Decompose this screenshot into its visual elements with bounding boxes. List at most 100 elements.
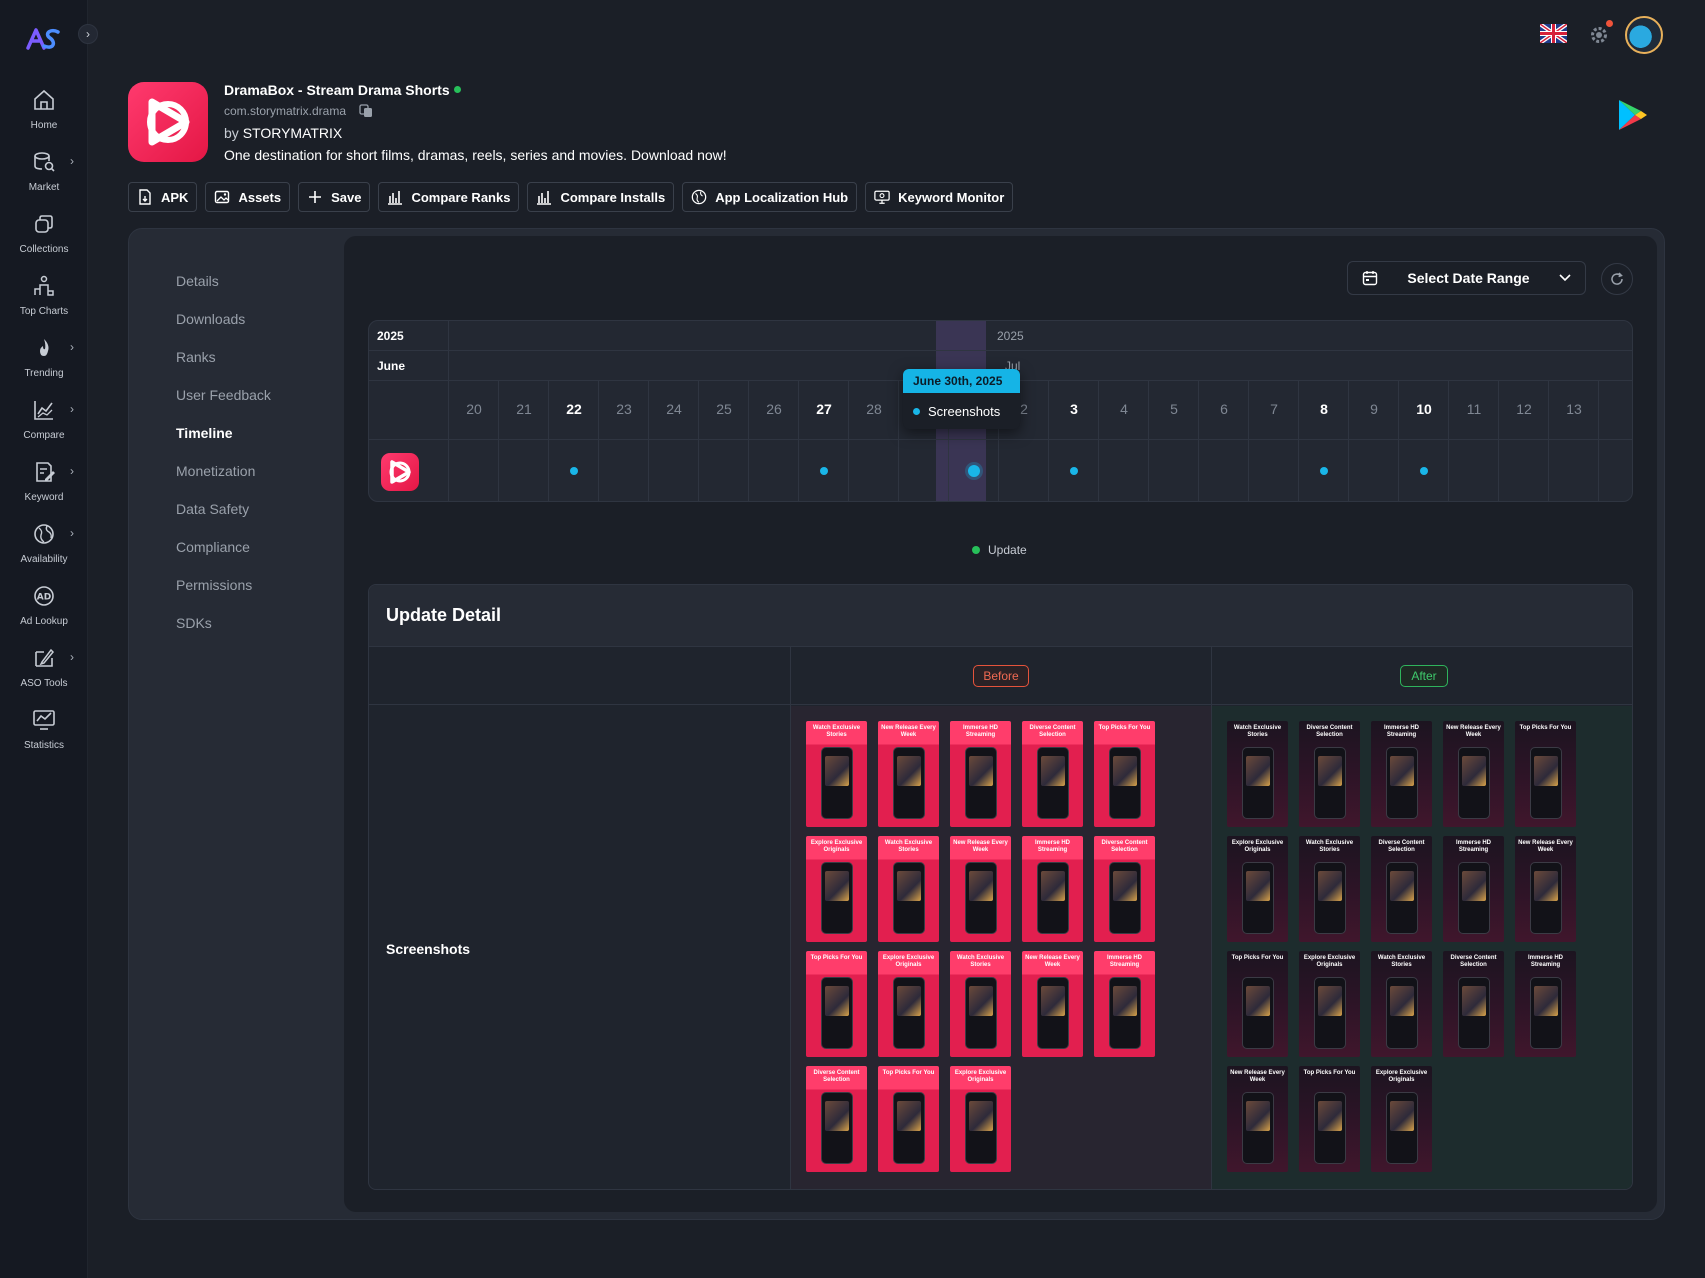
developer-name[interactable]: STORYMATRIX <box>243 125 343 141</box>
app-localization-hub-button[interactable]: App Localization Hub <box>682 182 858 212</box>
before-screenshot[interactable]: Watch Exclusive Stories <box>806 721 867 827</box>
app-developer[interactable]: by STORYMATRIX <box>224 125 342 141</box>
before-screenshot[interactable]: Immerse HD Streaming <box>950 721 1011 827</box>
before-screenshot[interactable]: New Release Every Week <box>950 836 1011 942</box>
timeline-day-column[interactable] <box>699 381 749 501</box>
timeline-event-dot[interactable] <box>1070 467 1078 475</box>
after-screenshot[interactable]: Immerse HD Streaming <box>1443 836 1504 942</box>
apk-button[interactable]: APK <box>128 182 198 212</box>
after-screenshot[interactable]: Watch Exclusive Stories <box>1371 951 1432 1057</box>
rail-item-collections[interactable]: Collections <box>0 210 88 266</box>
timeline-day-column[interactable] <box>599 381 649 501</box>
timeline-day-column[interactable] <box>549 381 599 501</box>
after-screenshot[interactable]: Diverse Content Selection <box>1371 836 1432 942</box>
timeline-day-column[interactable] <box>1199 381 1249 501</box>
save-button[interactable]: Save <box>298 182 371 212</box>
chevron-right-icon[interactable]: › <box>70 402 74 416</box>
after-screenshot[interactable]: Watch Exclusive Stories <box>1227 721 1288 827</box>
refresh-button[interactable] <box>1601 263 1633 295</box>
before-screenshot[interactable]: Watch Exclusive Stories <box>950 951 1011 1057</box>
timeline-day-column[interactable] <box>1449 381 1499 501</box>
chevron-right-icon[interactable]: › <box>70 526 74 540</box>
before-screenshot[interactable]: New Release Every Week <box>1022 951 1083 1057</box>
timeline-day-column[interactable] <box>749 381 799 501</box>
after-screenshot[interactable]: Explore Exclusive Originals <box>1299 951 1360 1057</box>
before-screenshot[interactable]: Explore Exclusive Originals <box>950 1066 1011 1172</box>
rail-item-statistics[interactable]: Statistics <box>0 706 88 762</box>
user-avatar[interactable] <box>1625 16 1663 54</box>
subnav-item-permissions[interactable]: Permissions <box>176 566 271 604</box>
timeline-event-dot-selected[interactable] <box>968 465 980 477</box>
rail-expand-button[interactable]: › <box>78 24 98 44</box>
subnav-item-ranks[interactable]: Ranks <box>176 338 271 376</box>
after-screenshot[interactable]: Diverse Content Selection <box>1443 951 1504 1057</box>
assets-button[interactable]: Assets <box>205 182 291 212</box>
subnav-item-details[interactable]: Details <box>176 262 271 300</box>
subnav-item-timeline[interactable]: Timeline <box>176 414 271 452</box>
before-screenshot[interactable]: Diverse Content Selection <box>1094 836 1155 942</box>
before-screenshot[interactable]: Immerse HD Streaming <box>1022 836 1083 942</box>
appstore-logo-icon[interactable] <box>26 26 62 52</box>
after-screenshot[interactable]: New Release Every Week <box>1443 721 1504 827</box>
timeline-event-dot[interactable] <box>1420 467 1428 475</box>
timeline-event-dot[interactable] <box>570 467 578 475</box>
timeline-day-column[interactable] <box>1149 381 1199 501</box>
chevron-right-icon[interactable]: › <box>70 154 74 168</box>
timeline-event-dot[interactable] <box>1320 467 1328 475</box>
chevron-right-icon[interactable]: › <box>70 650 74 664</box>
subnav-item-monetization[interactable]: Monetization <box>176 452 271 490</box>
rail-item-trending[interactable]: Trending › <box>0 334 88 390</box>
compare-ranks-button[interactable]: Compare Ranks <box>378 182 520 212</box>
before-screenshot[interactable]: New Release Every Week <box>878 721 939 827</box>
rail-item-top-charts[interactable]: Top Charts <box>0 272 88 328</box>
timeline-day-column[interactable] <box>499 381 549 501</box>
after-screenshot[interactable]: Immerse HD Streaming <box>1515 951 1576 1057</box>
subnav-item-sdks[interactable]: SDKs <box>176 604 271 642</box>
subnav-item-downloads[interactable]: Downloads <box>176 300 271 338</box>
before-screenshot[interactable]: Diverse Content Selection <box>806 1066 867 1172</box>
before-screenshot[interactable]: Top Picks For You <box>878 1066 939 1172</box>
timeline-day-column[interactable] <box>1099 381 1149 501</box>
after-screenshot[interactable]: Top Picks For You <box>1299 1066 1360 1172</box>
before-screenshot[interactable]: Immerse HD Streaming <box>1094 951 1155 1057</box>
rail-item-home[interactable]: Home <box>0 86 88 142</box>
after-screenshot[interactable]: Explore Exclusive Originals <box>1227 836 1288 942</box>
after-screenshot[interactable]: New Release Every Week <box>1227 1066 1288 1172</box>
subnav-item-data-safety[interactable]: Data Safety <box>176 490 271 528</box>
uk-flag-icon[interactable] <box>1540 24 1567 43</box>
after-screenshot[interactable]: Top Picks For You <box>1227 951 1288 1057</box>
rail-item-ad-lookup[interactable]: AD Ad Lookup <box>0 582 88 638</box>
timeline-day-column[interactable] <box>449 381 499 501</box>
timeline-day-column[interactable] <box>799 381 849 501</box>
subnav-item-compliance[interactable]: Compliance <box>176 528 271 566</box>
chevron-right-icon[interactable]: › <box>70 340 74 354</box>
subnav-item-user-feedback[interactable]: User Feedback <box>176 376 271 414</box>
after-screenshot[interactable]: Immerse HD Streaming <box>1371 721 1432 827</box>
before-screenshot[interactable]: Explore Exclusive Originals <box>878 951 939 1057</box>
chevron-right-icon[interactable]: › <box>70 464 74 478</box>
timeline-day-column[interactable] <box>849 381 899 501</box>
rail-item-aso-tools[interactable]: ASO Tools › <box>0 644 88 700</box>
keyword-monitor-button[interactable]: Keyword Monitor <box>865 182 1014 212</box>
timeline-day-column[interactable] <box>1549 381 1599 501</box>
before-screenshot[interactable]: Watch Exclusive Stories <box>878 836 939 942</box>
timeline-day-column[interactable] <box>1499 381 1549 501</box>
rail-item-market[interactable]: Market › <box>0 148 88 204</box>
after-screenshot[interactable]: Diverse Content Selection <box>1299 721 1360 827</box>
after-screenshot[interactable]: Top Picks For You <box>1515 721 1576 827</box>
timeline-day-column[interactable] <box>1399 381 1449 501</box>
google-play-icon[interactable] <box>1617 98 1649 132</box>
timeline-day-column[interactable] <box>1349 381 1399 501</box>
rail-item-compare[interactable]: Compare › <box>0 396 88 452</box>
after-screenshot[interactable]: New Release Every Week <box>1515 836 1576 942</box>
timeline-event-dot[interactable] <box>820 467 828 475</box>
settings-gear-icon[interactable] <box>1589 25 1609 45</box>
rail-item-keyword[interactable]: Keyword › <box>0 458 88 514</box>
before-screenshot[interactable]: Diverse Content Selection <box>1022 721 1083 827</box>
before-screenshot[interactable]: Explore Exclusive Originals <box>806 836 867 942</box>
timeline-day-column[interactable] <box>1249 381 1299 501</box>
before-screenshot[interactable]: Top Picks For You <box>806 951 867 1057</box>
compare-installs-button[interactable]: Compare Installs <box>527 182 675 212</box>
copy-icon[interactable] <box>359 104 373 118</box>
timeline-day-column[interactable] <box>1299 381 1349 501</box>
